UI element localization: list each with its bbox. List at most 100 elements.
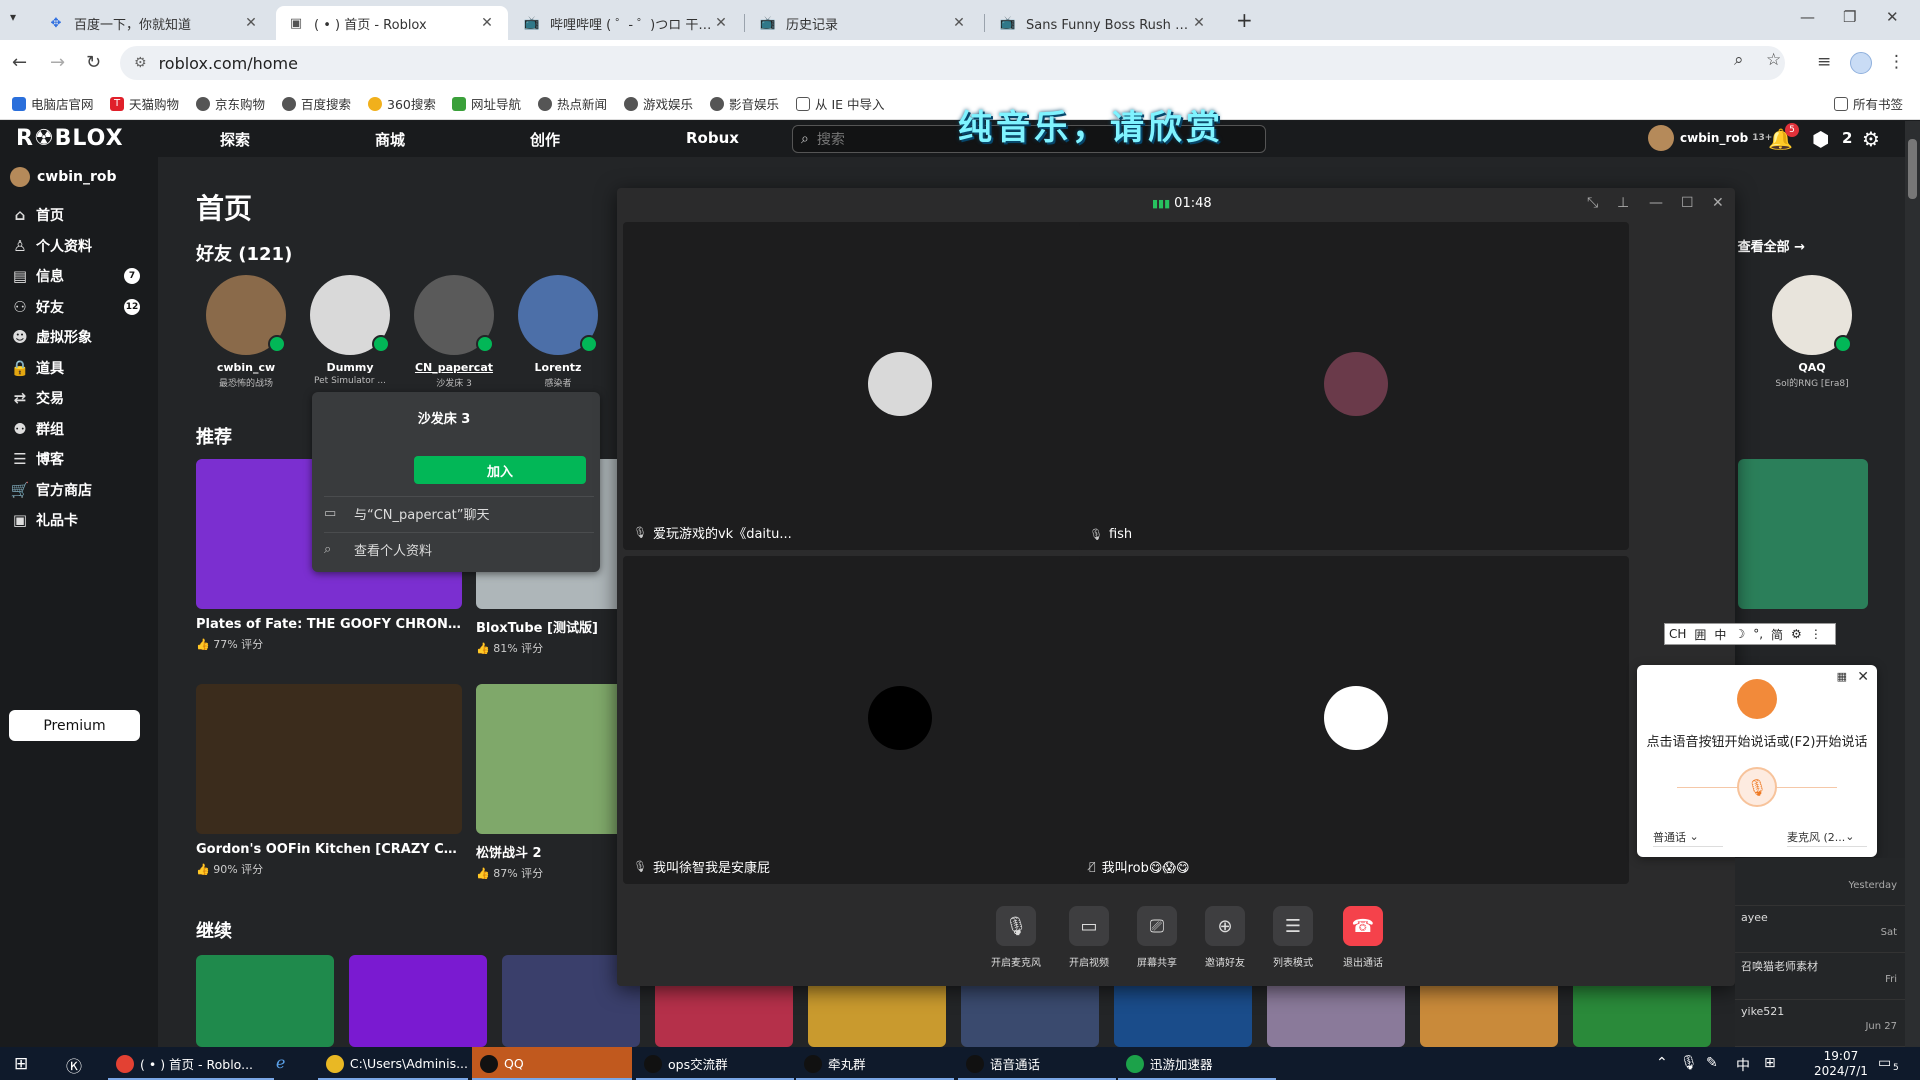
sidebar-item-home[interactable]: ⌂ 首页 — [10, 203, 150, 227]
sidebar-item-profile[interactable]: ♙ 个人资料 — [10, 234, 150, 258]
settings-gear-icon[interactable]: ⚙ — [1862, 127, 1880, 151]
microphone-select[interactable]: 麦克风 (2... ⌄ — [1787, 827, 1867, 847]
bookmark-item[interactable]: 百度搜索 — [282, 94, 351, 113]
tab-bilibili[interactable]: 📺 哔哩哔哩 ( ゜- ゜)つロ 干杯~-bi ✕ — [512, 6, 742, 40]
close-tab-icon[interactable]: ✕ — [1190, 15, 1208, 31]
all-bookmarks[interactable]: 所有书签 — [1834, 94, 1903, 113]
chat-row[interactable]: Yesterday — [1735, 858, 1905, 906]
chat-row[interactable]: yike521 Jun 27 — [1735, 999, 1905, 1047]
reading-list-icon[interactable]: ≡ — [1817, 52, 1831, 72]
chat-with-friend[interactable]: ▭ 与“CN_papercat”聊天 — [324, 496, 594, 530]
close-icon[interactable]: ✕ — [1712, 195, 1724, 211]
bookmark-folder[interactable]: 从 IE 中导入 — [796, 94, 885, 113]
bookmark-item[interactable]: 电脑店官网 — [12, 94, 94, 113]
close-tab-icon[interactable]: ✕ — [478, 15, 496, 31]
see-all-link[interactable]: 查看全部 → — [1738, 236, 1805, 255]
continue-game-thumbnail[interactable] — [196, 955, 334, 1047]
tray-expand-icon[interactable]: ⌃ — [1656, 1055, 1668, 1071]
pin-icon[interactable]: ⊥ — [1617, 195, 1629, 211]
ie-icon[interactable]: ℯ — [276, 1053, 285, 1072]
close-icon[interactable]: ✕ — [1857, 669, 1869, 685]
bookmark-item[interactable]: 影音娱乐 — [710, 94, 779, 113]
ime-toggle[interactable]: ⋮ — [1806, 627, 1826, 641]
game-thumbnail[interactable] — [1738, 459, 1868, 609]
participant-tile[interactable]: 🎙̸ 我叫rob😋😱😋 — [1079, 556, 1629, 884]
taskbar-item[interactable]: 牵丸群 — [796, 1047, 954, 1080]
site-info-icon[interactable]: ⚙ — [134, 55, 147, 71]
microphone-button[interactable]: 🎙 — [1737, 767, 1777, 807]
maximize-icon[interactable]: ☐ — [1681, 195, 1694, 211]
camera-off-button[interactable]: ▭ 开启视频 — [1055, 906, 1123, 969]
bookmark-star-icon[interactable]: ☆ — [1766, 50, 1781, 70]
taskbar-item[interactable]: 迅游加速器 — [1118, 1047, 1276, 1080]
chat-row[interactable]: 召唤猫老师素材 Fri — [1735, 952, 1905, 1000]
close-tab-icon[interactable]: ✕ — [242, 15, 260, 31]
ime-toggle[interactable]: ☽ — [1730, 627, 1749, 641]
header-user[interactable]: cwbin_rob 13+ — [1648, 125, 1772, 151]
view-profile[interactable]: ⌕ 查看个人资料 — [324, 532, 594, 566]
address-bar[interactable]: ⚙ roblox.com/home — [120, 46, 1785, 80]
friend-tile[interactable]: CN_papercat 沙发床 3 — [404, 275, 504, 389]
tab-history[interactable]: 📺 历史记录 ✕ — [748, 6, 980, 40]
sidebar-item-trade[interactable]: ⇄ 交易 — [10, 386, 150, 410]
back-icon[interactable]: ← — [12, 52, 27, 73]
sidebar-item-inventory[interactable]: 🔒 道具 — [10, 356, 150, 380]
continue-game-thumbnail[interactable] — [349, 955, 487, 1047]
bookmark-item[interactable]: 网址导航 — [452, 94, 521, 113]
bookmark-item[interactable]: T 天猫购物 — [110, 94, 179, 113]
sidebar-item-friends[interactable]: ⚇ 好友 12 — [10, 295, 150, 319]
ime-toggle[interactable]: 囲 — [1690, 626, 1710, 643]
nav-discover[interactable]: 探索 — [220, 129, 250, 150]
sidebar-item-groups[interactable]: ⚉ 群组 — [10, 417, 150, 441]
list-button[interactable]: ☰ 列表模式 — [1259, 906, 1327, 969]
nav-robux[interactable]: Robux — [686, 129, 739, 147]
scrollbar-thumb[interactable] — [1908, 139, 1917, 199]
premium-button[interactable]: Premium — [9, 710, 140, 741]
ime-toggle[interactable]: 中 — [1710, 626, 1730, 643]
game-card[interactable]: Gordon's OOFin Kitchen [CRAZY CHE... 👍 9… — [196, 684, 462, 877]
join-button[interactable]: 加入 — [414, 456, 586, 484]
friend-tile[interactable]: QAQ Sol的RNG [Era8] — [1762, 275, 1862, 389]
nav-create[interactable]: 创作 — [530, 129, 560, 150]
friend-tile[interactable]: Dummy Pet Simulator ... — [300, 275, 400, 386]
bookmark-item[interactable]: 游戏娱乐 — [624, 94, 693, 113]
friend-tile[interactable]: Lorentz 感染者 — [508, 275, 608, 389]
roblox-logo[interactable]: R☢BLOX — [16, 126, 124, 151]
ime-toggle[interactable]: ⚙ — [1787, 627, 1806, 641]
windows-start-icon[interactable]: ⊞ — [14, 1054, 28, 1074]
minimize-icon[interactable]: — — [1800, 8, 1815, 26]
invite-button[interactable]: ⊕ 邀请好友 — [1191, 906, 1259, 969]
restore-icon[interactable]: ❐ — [1843, 8, 1856, 26]
sidebar-item-blog[interactable]: ☰ 博客 — [10, 447, 150, 471]
friend-tile[interactable]: cwbin_cw 最恐怖的战场 — [196, 275, 296, 389]
close-window-icon[interactable]: ✕ — [1886, 8, 1899, 26]
pen-tray-icon[interactable]: ✎ — [1706, 1055, 1718, 1071]
tab-roblox[interactable]: ▣ ( • ) 首页 - Roblox ✕ — [276, 6, 508, 40]
bookmark-item[interactable]: 热点新闻 — [538, 94, 607, 113]
bookmark-item[interactable]: 360搜索 — [368, 94, 436, 113]
page-scrollbar[interactable] — [1905, 121, 1920, 1047]
language-select[interactable]: 普通话 ⌄ — [1653, 827, 1723, 847]
ime-toggle[interactable]: 简 — [1767, 626, 1787, 643]
system-clock[interactable]: 19:07 2024/7/1 — [1814, 1049, 1868, 1079]
forward-icon[interactable]: → — [50, 52, 65, 73]
minimize-icon[interactable]: — — [1649, 195, 1663, 211]
sidebar-item-avatar[interactable]: ☻ 虚拟形象 — [10, 325, 150, 349]
screen-share-button[interactable]: ⎚ 屏幕共享 — [1123, 906, 1191, 969]
new-tab-button[interactable]: + — [1236, 8, 1253, 32]
pin-icon[interactable]: ▦ — [1837, 670, 1847, 683]
sidebar-item-store[interactable]: 🛒 官方商店 — [10, 478, 150, 502]
ime-indicator[interactable]: 中 — [1736, 1055, 1750, 1075]
robux-icon[interactable]: ⬢ — [1812, 127, 1829, 151]
taskbar-item[interactable]: ops交流群 — [636, 1047, 794, 1080]
sidebar-user[interactable]: cwbin_rob — [10, 167, 117, 187]
participant-tile[interactable]: 🎙 fish — [1079, 222, 1629, 550]
sidebar-item-messages[interactable]: ▤ 信息 7 — [10, 264, 150, 288]
taskbar-item[interactable]: 语音通话 — [958, 1047, 1116, 1080]
chat-row[interactable]: ayee Sat — [1735, 905, 1905, 953]
taskbar-item[interactable]: C:\Users\Adminis... — [318, 1047, 468, 1080]
friends-title[interactable]: 好友 (121) — [196, 240, 292, 266]
ime-mode-icon[interactable]: ⊞ — [1764, 1055, 1776, 1071]
mic-off-button[interactable]: 🎙 开启麦克风 — [982, 906, 1050, 969]
hangup-button[interactable]: ☎ 退出通话 — [1329, 906, 1397, 969]
